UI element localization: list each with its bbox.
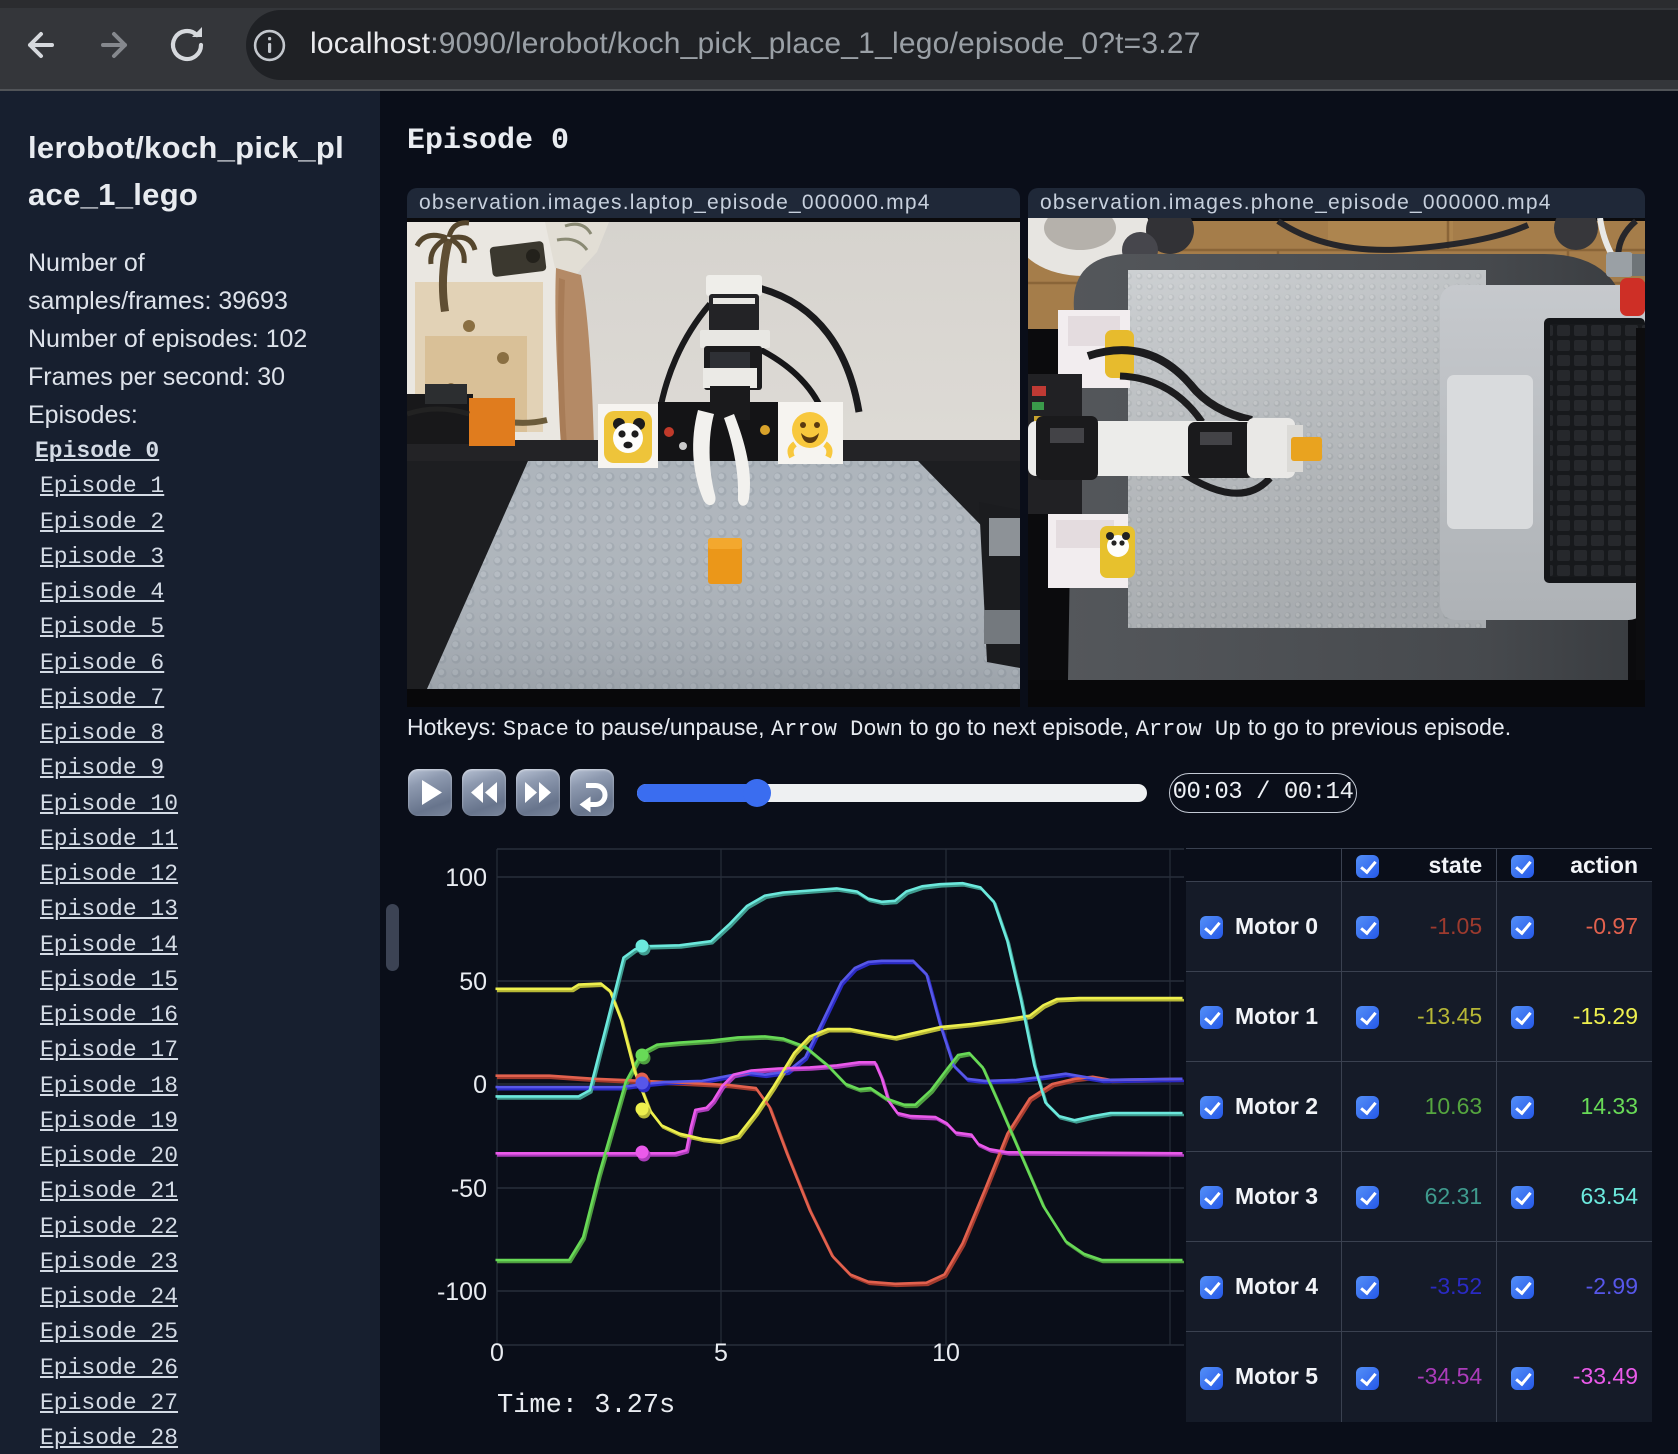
- svg-text:0: 0: [490, 1339, 504, 1367]
- svg-text:-50: -50: [451, 1175, 487, 1203]
- svg-text:0: 0: [473, 1071, 487, 1099]
- svg-text:5: 5: [714, 1339, 728, 1367]
- svg-text:-100: -100: [437, 1278, 487, 1306]
- svg-text:50: 50: [459, 968, 487, 996]
- svg-text:Time: 3.27s: Time: 3.27s: [497, 1391, 675, 1421]
- svg-text:100: 100: [445, 864, 487, 892]
- svg-text:10: 10: [932, 1339, 960, 1367]
